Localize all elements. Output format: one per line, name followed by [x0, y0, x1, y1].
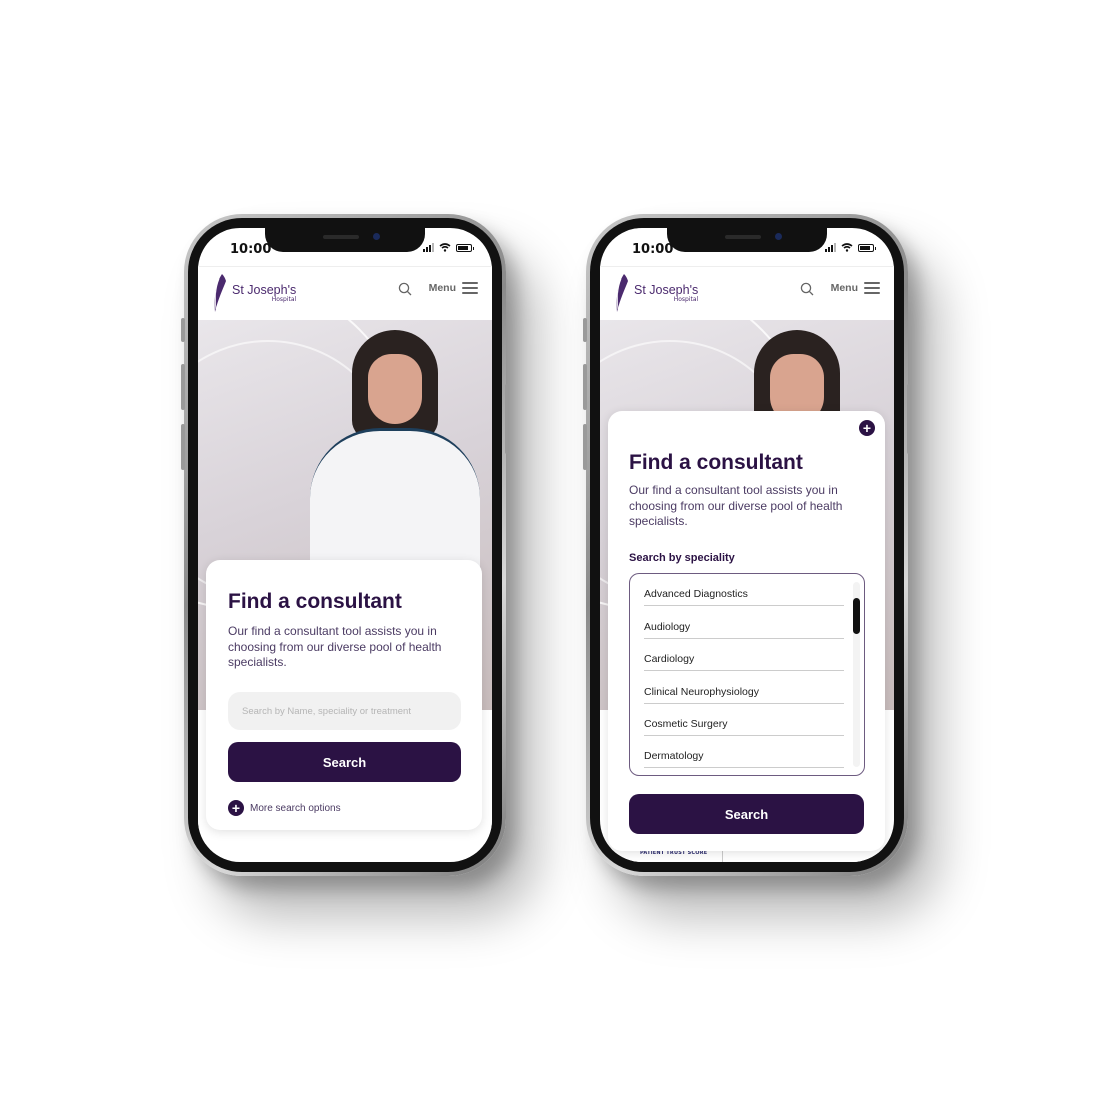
wifi-icon — [841, 243, 853, 252]
menu-button[interactable]: Menu — [831, 282, 880, 294]
screen: 10:00 St Joseph's Hospital Menu — [198, 228, 492, 862]
search-icon[interactable] — [398, 282, 412, 296]
phone-mockup-left: 10:00 St Joseph's Hospital Menu Find a c… — [181, 214, 509, 876]
side-button — [181, 364, 185, 410]
card-title: Find a consultant — [629, 451, 803, 474]
logo-mark-icon — [214, 274, 226, 312]
signal-icon — [423, 243, 434, 252]
status-time: 10:00 — [230, 242, 272, 257]
find-consultant-card: Find a consultant Our find a consultant … — [206, 560, 482, 830]
scrollbar-track[interactable] — [853, 582, 860, 767]
card-title: Find a consultant — [228, 590, 402, 613]
search-button[interactable]: Search — [629, 794, 864, 834]
speciality-option[interactable]: Clinical Neurophysiology — [644, 671, 844, 704]
menu-button[interactable]: Menu — [429, 282, 478, 294]
card-description: Our find a consultant tool assists you i… — [228, 624, 442, 669]
speciality-option[interactable]: Audiology — [644, 606, 844, 639]
brand-name: St Joseph's — [634, 283, 699, 297]
expand-plus-icon[interactable]: + — [859, 420, 875, 436]
signal-icon — [825, 243, 836, 252]
notch — [667, 228, 827, 252]
screen: 10:00 St Joseph's Hospital Menu — [600, 228, 894, 862]
brand-name: St Joseph's — [232, 283, 297, 297]
status-time: 10:00 — [632, 242, 674, 257]
logo-mark-icon — [616, 274, 628, 312]
side-button — [583, 364, 587, 410]
menu-label: Menu — [428, 282, 456, 294]
side-button — [583, 424, 587, 470]
phone-mockup-right: 10:00 St Joseph's Hospital Menu PATIENT … — [583, 214, 911, 876]
brand-sub: Hospital — [673, 296, 699, 303]
search-icon[interactable] — [800, 282, 814, 296]
battery-icon — [456, 243, 474, 252]
notch — [265, 228, 425, 252]
side-button — [505, 384, 509, 454]
speciality-label: Search by speciality — [629, 552, 735, 564]
battery-icon — [858, 243, 876, 252]
find-consultant-card: + Find a consultant Our find a consultan… — [608, 411, 885, 851]
consultant-search-input[interactable] — [228, 692, 461, 730]
more-search-options-link[interactable]: + More search options — [228, 800, 341, 816]
side-button — [181, 318, 185, 342]
hamburger-icon — [462, 282, 478, 294]
speciality-option[interactable]: Cardiology — [644, 639, 844, 672]
logo[interactable]: St Joseph's Hospital — [614, 273, 698, 313]
side-button — [907, 384, 911, 454]
menu-label: Menu — [830, 282, 858, 294]
speciality-option[interactable]: Cosmetic Surgery — [644, 704, 844, 736]
site-header: St Joseph's Hospital Menu — [198, 266, 492, 320]
speciality-option[interactable]: Advanced Diagnostics — [644, 574, 844, 607]
speciality-listbox[interactable]: Advanced Diagnostics Audiology Cardiology C… — [629, 573, 865, 776]
side-button — [583, 318, 587, 342]
brand-sub: Hospital — [271, 296, 297, 303]
plus-icon: + — [228, 800, 244, 816]
scrollbar-thumb[interactable] — [853, 598, 860, 634]
speciality-option[interactable]: Dermatology — [644, 736, 844, 769]
search-button[interactable]: Search — [228, 742, 461, 782]
wifi-icon — [439, 243, 451, 252]
logo[interactable]: St Joseph's Hospital — [212, 273, 296, 313]
hamburger-icon — [864, 282, 880, 294]
card-description: Our find a consultant tool assists you i… — [629, 483, 843, 528]
side-button — [181, 424, 185, 470]
more-search-options-label: More search options — [250, 802, 341, 814]
site-header: St Joseph's Hospital Menu — [600, 266, 894, 320]
